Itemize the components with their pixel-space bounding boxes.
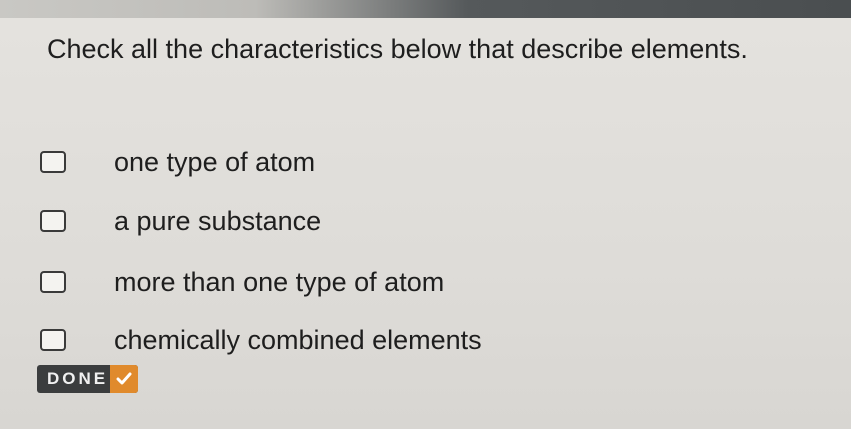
option-label: one type of atom (114, 146, 316, 177)
checkbox[interactable] (40, 271, 66, 293)
done-button[interactable]: DONE (37, 365, 139, 393)
check-icon (110, 365, 139, 393)
option-more-than-one-type-of-atom[interactable]: more than one type of atom (40, 262, 444, 302)
option-one-type-of-atom[interactable]: one type of atom (40, 142, 315, 182)
option-label: a pure substance (114, 205, 322, 236)
top-bar (0, 0, 851, 20)
done-label: DONE (47, 369, 109, 388)
checkbox[interactable] (40, 151, 66, 173)
option-chemically-combined-elements[interactable]: chemically combined elements (40, 320, 482, 360)
checkbox[interactable] (40, 329, 66, 351)
option-label: chemically combined elements (114, 324, 482, 355)
option-label: more than one type of atom (114, 266, 445, 297)
option-pure-substance[interactable]: a pure substance (40, 201, 321, 241)
question-text: Check all the characteristics below that… (47, 34, 748, 64)
checkbox[interactable] (40, 210, 66, 232)
